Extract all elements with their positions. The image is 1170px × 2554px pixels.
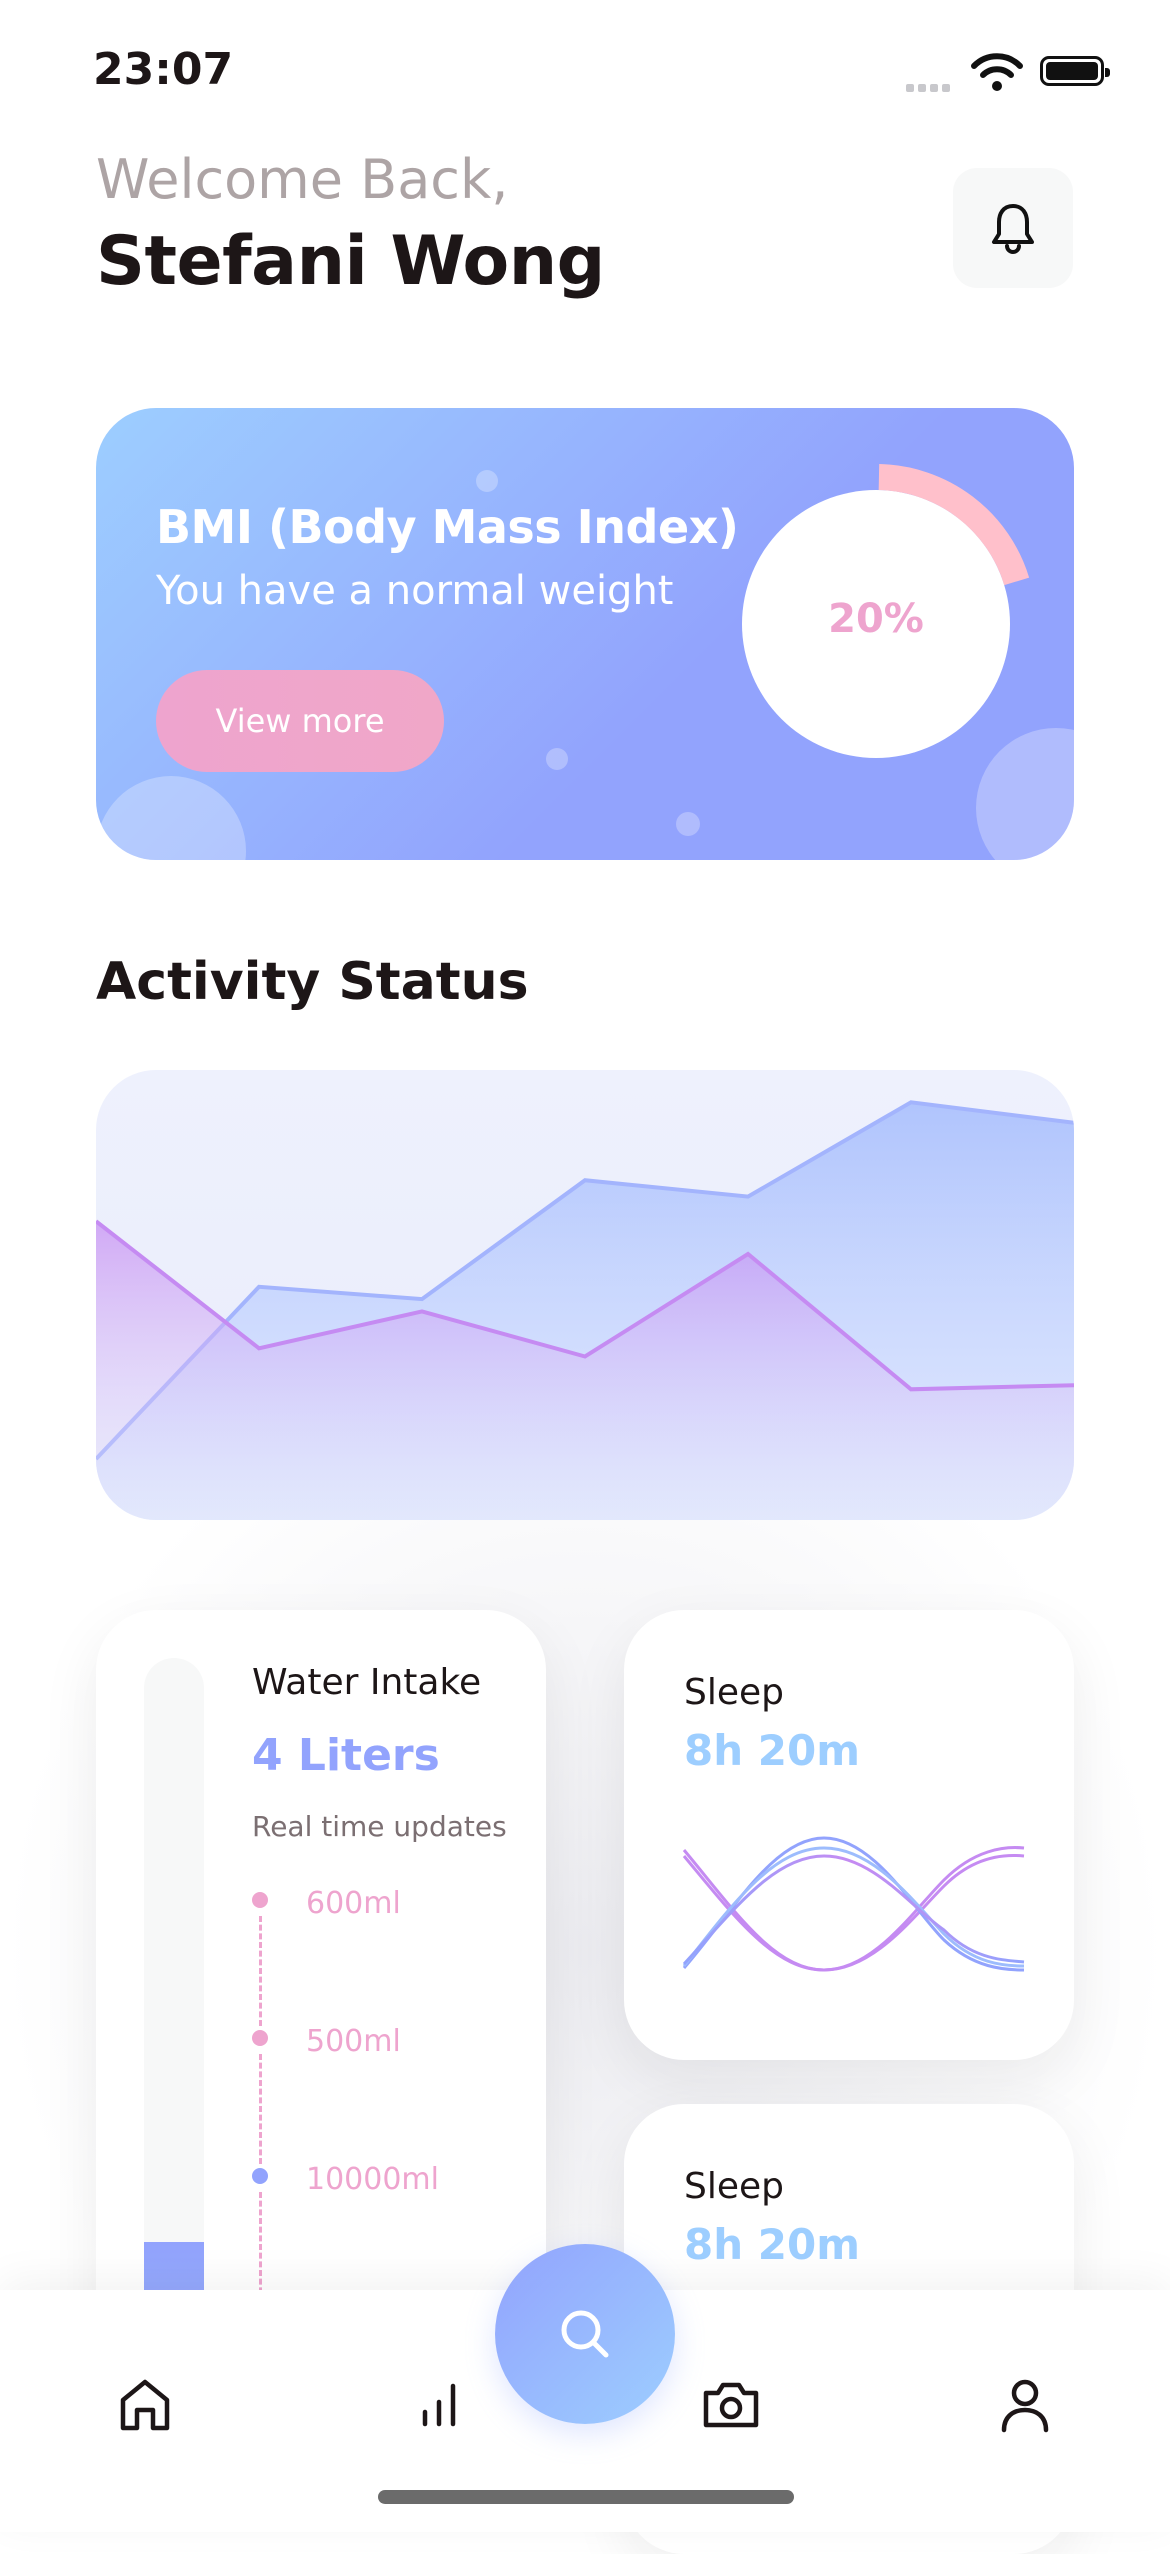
decor-bubble: [476, 470, 498, 492]
nav-camera[interactable]: [696, 2370, 766, 2440]
water-amount: 4 Liters: [252, 1730, 440, 1781]
bmi-card: BMI (Body Mass Index) You have a normal …: [96, 408, 1074, 860]
sleep-wave-graph: [682, 1836, 1025, 1972]
activity-chart: [96, 1100, 1074, 1520]
notification-button[interactable]: [953, 168, 1073, 288]
camera-icon: [703, 2382, 759, 2428]
battery-icon: [1040, 56, 1110, 86]
timeline-line: [259, 2054, 262, 2164]
search-icon: [561, 2310, 609, 2358]
view-more-button[interactable]: View more: [156, 670, 444, 772]
bell-icon: [992, 204, 1034, 254]
activity-chart-card: [96, 1070, 1074, 1520]
timeline-label: 10000ml: [306, 2162, 439, 2197]
status-time: 23:07: [93, 44, 234, 95]
timeline-dot: [252, 2030, 268, 2046]
welcome-text: Welcome Back,: [96, 148, 509, 211]
home-indicator: [378, 2490, 794, 2504]
water-subtitle: Real time updates: [252, 1810, 507, 1843]
sleep-card[interactable]: Sleep 8h 20m: [624, 1610, 1074, 2060]
timeline-label: 500ml: [306, 2024, 401, 2059]
activity-icon: [422, 2383, 456, 2427]
home-icon: [120, 2379, 170, 2431]
search-button[interactable]: [495, 2244, 675, 2424]
nav-activity[interactable]: [404, 2370, 474, 2440]
nav-profile[interactable]: [990, 2370, 1060, 2440]
nav-home[interactable]: [110, 2370, 180, 2440]
user-name: Stefani Wong: [96, 222, 605, 301]
bmi-percent: 20%: [828, 596, 924, 642]
decor-bubble: [676, 812, 700, 836]
profile-icon: [1001, 2379, 1049, 2433]
sleep-title: Sleep: [684, 2166, 785, 2207]
timeline-label: 600ml: [306, 1886, 401, 1921]
timeline-line: [259, 1916, 262, 2026]
timeline-dot: [252, 2168, 268, 2184]
activity-section-title: Activity Status: [96, 952, 529, 1012]
water-title: Water Intake: [252, 1662, 482, 1703]
wifi-icon: [971, 53, 1023, 91]
signal-icon: [906, 84, 962, 94]
decor-bubble: [96, 776, 246, 860]
bmi-subtitle: You have a normal weight: [156, 568, 674, 614]
bmi-title: BMI (Body Mass Index): [156, 500, 739, 554]
timeline-dot: [252, 1892, 268, 1908]
sleep-value: 8h 20m: [684, 2220, 860, 2269]
timeline-line: [259, 2192, 262, 2302]
decor-bubble: [546, 748, 568, 770]
